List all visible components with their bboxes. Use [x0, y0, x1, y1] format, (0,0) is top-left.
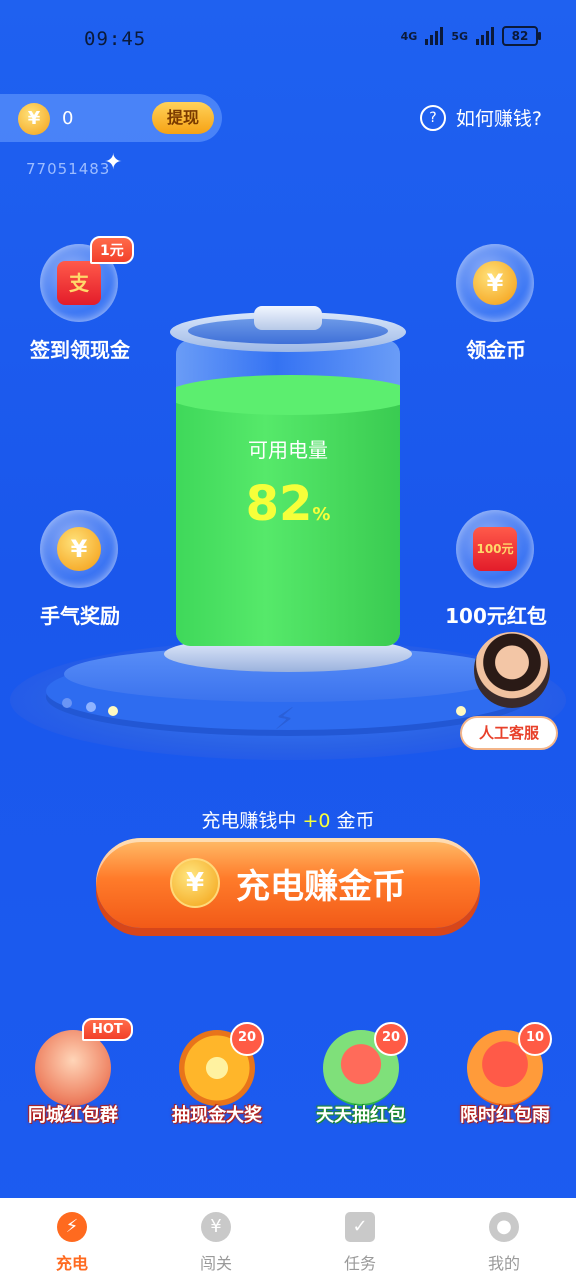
activity-redpacket-rain[interactable]: 限时红包雨 10 [440, 1022, 570, 1129]
charge-earn-coins-label: 充电赚金币 [236, 866, 406, 907]
gold-coin-icon: ¥ [473, 261, 517, 305]
activity-label: 限时红包雨 [460, 1105, 550, 1126]
bolt-icon: ⚡ [57, 1212, 87, 1242]
tab-mine[interactable]: ● 我的 [432, 1198, 576, 1280]
bottom-tab-bar: ⚡ 充电 ¥ 闯关 ✓ 任务 ● 我的 [0, 1198, 576, 1280]
user-id: 77051483 [26, 160, 111, 178]
activity-label: 天天抽红包 [316, 1105, 406, 1126]
signal-icon-2 [476, 27, 494, 45]
withdraw-button[interactable]: 提现 [152, 102, 214, 134]
luck-reward-label: 手气奖励 [40, 604, 120, 628]
signal-icon [425, 27, 444, 45]
tab-label: 我的 [487, 1254, 520, 1273]
pedestal-light [62, 698, 72, 708]
battery-wave [176, 375, 400, 416]
earning-suffix: 金币 [336, 810, 375, 832]
battery-percent-value: 82 [245, 476, 313, 532]
activity-cash-lottery[interactable]: 抽现金大奖 20 [152, 1022, 282, 1129]
battery-percent-unit: % [312, 504, 331, 525]
charge-earn-coins-button[interactable]: ¥ 充电赚金币 [96, 838, 480, 928]
pedestal-light [108, 706, 118, 716]
earning-amount: +0 [302, 810, 331, 832]
tab-label: 任务 [343, 1254, 376, 1273]
help-link[interactable]: ? 如何赚钱? [419, 104, 542, 131]
luck-reward-item[interactable]: ¥ [40, 510, 118, 588]
customer-service-button[interactable]: 人工客服 [462, 718, 556, 748]
pedestal-light [456, 706, 466, 716]
redpacket-100-label: 100元红包 [445, 604, 547, 628]
battery-available-label: 可用电量 [248, 438, 328, 462]
status-time: 09:45 [84, 28, 147, 50]
tab-label: 充电 [55, 1254, 88, 1273]
earning-prefix: 充电赚钱中 [201, 810, 297, 832]
redpacket-icon: 100元 [473, 527, 517, 571]
alipay-redpacket-icon: 支 [57, 261, 101, 305]
checkin-label: 签到领现金 [30, 338, 130, 362]
question-icon: ? [419, 104, 446, 131]
user-icon: ● [489, 1212, 519, 1242]
coin-icon: ¥ [18, 103, 50, 135]
tab-label: 闯关 [199, 1254, 232, 1273]
battery-status-icon: 82 [502, 26, 541, 46]
clipboard-icon: ✓ [345, 1212, 375, 1242]
status-indicators: 4G 5G 82 [400, 26, 541, 46]
redpacket-bubble: 100元 [456, 510, 534, 588]
help-label: 如何赚钱? [455, 108, 542, 130]
network-4g-label: 4G [400, 29, 418, 43]
count-badge: 10 [518, 1022, 552, 1056]
collect-coins-item[interactable]: ¥ [456, 244, 534, 322]
activity-city-redpacket-group[interactable]: 同城红包群 [8, 1030, 138, 1129]
sparkle-icon: ✦ [104, 150, 123, 175]
money-bag-icon: ¥ [201, 1212, 231, 1242]
activity-daily-redpacket[interactable]: 天天抽红包 20 [296, 1022, 426, 1129]
hot-badge: HOT [82, 1018, 133, 1041]
redpacket-100-item[interactable]: 100元 [456, 510, 534, 588]
coin-balance: 0 [62, 108, 74, 129]
pedestal-bolt-icon: ⚡ [274, 702, 296, 737]
coin-icon: ¥ [170, 858, 220, 908]
gold-coin-icon-2: ¥ [57, 527, 101, 571]
earning-status: 充电赚钱中 +0 金币 [0, 806, 576, 833]
pedestal-light [86, 702, 96, 712]
count-badge: 20 [230, 1022, 264, 1056]
network-5g-label: 5G [451, 29, 468, 43]
activity-label: 抽现金大奖 [172, 1105, 262, 1126]
count-badge: 20 [374, 1022, 408, 1056]
city-building-icon [35, 1030, 111, 1106]
checkin-badge: 1元 [90, 236, 134, 264]
tab-tasks[interactable]: ✓ 任务 [288, 1198, 432, 1280]
battery-percent: 82% [176, 476, 400, 532]
collect-coins-label: 领金币 [466, 338, 526, 362]
tab-challenge[interactable]: ¥ 闯关 [144, 1198, 288, 1280]
activity-label: 同城红包群 [28, 1105, 118, 1126]
battery-terminal [254, 306, 322, 330]
customer-service-avatar[interactable] [474, 632, 550, 708]
coins-bubble: ¥ [456, 244, 534, 322]
luck-bubble: ¥ [40, 510, 118, 588]
tab-charge[interactable]: ⚡ 充电 [0, 1198, 144, 1280]
